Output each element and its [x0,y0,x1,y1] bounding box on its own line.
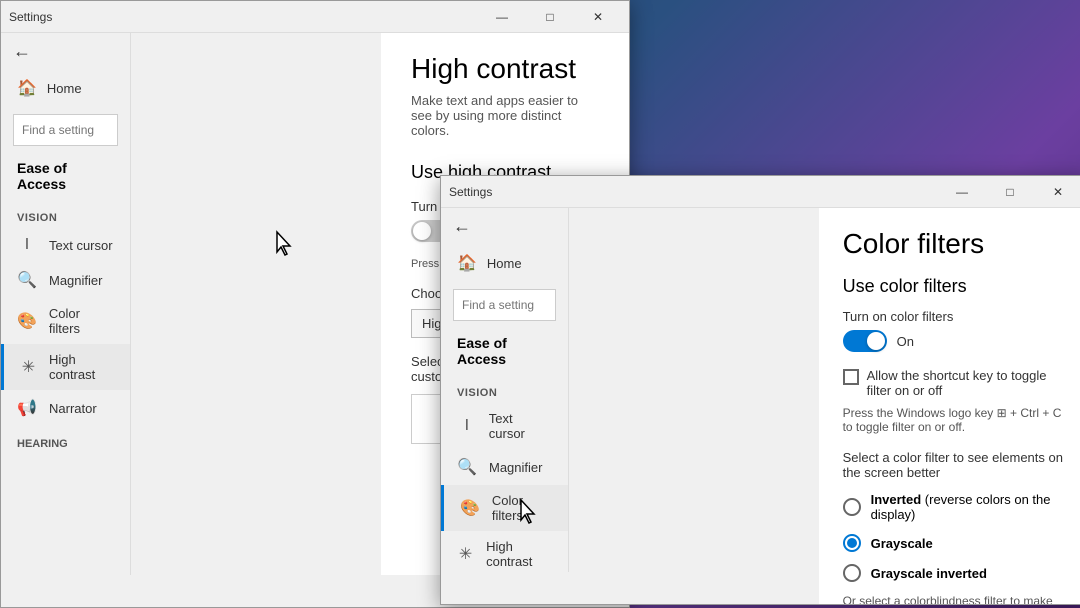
cf-sidebar-high-contrast[interactable]: ✳ High contrast [441,531,568,572]
window-title-bar: Settings — □ ✕ [1,1,629,33]
cf-nav-color-filters: Color filters [492,493,552,523]
cf-home-icon: 🏠 [457,253,477,273]
radio-label-grayscale: Grayscale [871,536,933,551]
cf-toggle-knob [867,332,885,350]
cf-sidebar-color-filters[interactable]: 🎨 Color filters [441,485,568,531]
cf-page-title: Color filters [843,228,1065,260]
ease-of-access-label: Ease of Access [1,154,130,200]
grayscale-inverted-label-bold: Grayscale inverted [871,566,987,581]
radio-label-grayscale-inverted: Grayscale inverted [871,566,987,581]
cf-text-cursor-icon: I [457,417,477,435]
cf-toggle-row: Turn on color filters On [843,309,1065,352]
vision-section-label: Vision [1,200,130,228]
cf-home-nav-item[interactable]: 🏠 Home [441,245,568,281]
cf-nav-magnifier: Magnifier [489,460,542,475]
cf-sidebar-magnifier[interactable]: 🔍 Magnifier [441,449,568,485]
home-icon: 🏠 [17,78,37,98]
cf-back-button[interactable]: ← [453,216,471,237]
watermark: UGETFIX [1009,586,1068,600]
grayscale-label-bold: Grayscale [871,536,933,551]
color-filters-window: Settings — □ ✕ ← 🏠 Home 🔍 Ease of Access… [440,175,1080,605]
cf-title-bar: Settings — □ ✕ [441,176,1080,208]
high-contrast-icon: ✳ [20,357,37,377]
cf-nav-high-contrast: High contrast [486,539,551,569]
text-cursor-icon: I [17,236,37,254]
cf-ease-label: Ease of Access [441,329,568,375]
cf-high-contrast-icon: ✳ [457,544,474,564]
sidebar-item-magnifier[interactable]: 🔍 Magnifier [1,262,130,298]
close-button[interactable]: ✕ [575,1,621,33]
radio-grayscale-inverted[interactable]: Grayscale inverted [843,564,1065,582]
sidebar: ← 🏠 Home 🔍 Ease of Access Vision I Text … [1,33,131,575]
cf-sidebar: ← 🏠 Home 🔍 Ease of Access Vision I Text … [441,208,569,572]
page-subtitle: Make text and apps easier to see by usin… [411,93,599,138]
hearing-section-label: Hearing [1,426,130,454]
cf-toggle-state: On [897,334,914,349]
cf-nav-text-cursor: Text cursor [489,411,552,441]
narrator-icon: 📢 [17,398,37,418]
cf-search-input[interactable] [462,298,569,312]
sidebar-item-color-filters[interactable]: 🎨 Color filters [1,298,130,344]
window-title: Settings [9,10,52,24]
nav-label-high-contrast: High contrast [49,352,114,382]
radio-grayscale[interactable]: Grayscale [843,534,1065,552]
magnifier-icon: 🔍 [17,270,37,290]
cf-close-button[interactable]: ✕ [1035,176,1080,208]
shortcut-note: Press the Windows logo key ⊞ + Ctrl + C … [843,406,1065,434]
cf-maximize-button[interactable]: □ [987,176,1033,208]
cf-home-label: Home [487,256,522,271]
shortcut-checkbox-label: Allow the shortcut key to toggle filter … [867,368,1065,398]
radio-label-inverted: Inverted (reverse colors on the display) [871,492,1065,522]
sidebar-item-text-cursor[interactable]: I Text cursor [1,228,130,262]
window-controls: — □ ✕ [479,1,621,33]
sidebar-item-narrator[interactable]: 📢 Narrator [1,390,130,426]
shortcut-checkbox[interactable] [843,369,859,385]
radio-circle-inverted [843,498,861,516]
color-filters-toggle[interactable] [843,330,887,352]
back-button[interactable]: ← [13,41,31,62]
inverted-label-bold: Inverted [871,492,922,507]
page-title: High contrast [411,53,599,85]
minimize-button[interactable]: — [479,1,525,33]
maximize-button[interactable]: □ [527,1,573,33]
home-label: Home [47,81,82,96]
cf-window-title: Settings [449,185,492,199]
nav-label-text-cursor: Text cursor [49,238,113,253]
toggle-knob [413,222,431,240]
radio-circle-grayscale [843,534,861,552]
cf-toggle-label: Turn on color filters [843,309,1065,324]
filter-subtitle: Select a color filter to see elements on… [843,450,1065,480]
cf-magnifier-icon: 🔍 [457,457,477,477]
nav-label-color-filters: Color filters [49,306,114,336]
cf-vision-label: Vision [441,375,568,403]
cf-section-title: Use color filters [843,276,1065,297]
radio-inverted[interactable]: Inverted (reverse colors on the display) [843,492,1065,522]
search-input[interactable] [22,123,131,137]
radio-circle-grayscale-inverted [843,564,861,582]
cf-minimize-button[interactable]: — [939,176,985,208]
cf-content-area: Color filters Use color filters Turn on … [819,208,1080,604]
home-nav-item[interactable]: 🏠 Home [1,70,130,106]
sidebar-item-high-contrast[interactable]: ✳ High contrast [1,344,130,390]
nav-label-magnifier: Magnifier [49,273,102,288]
cf-search-box[interactable]: 🔍 [453,289,556,321]
search-box[interactable]: 🔍 [13,114,118,146]
color-filters-icon: 🎨 [17,311,37,331]
cf-color-filters-icon: 🎨 [460,498,480,518]
cf-toggle-container: On [843,330,1065,352]
nav-label-narrator: Narrator [49,401,97,416]
shortcut-checkbox-row: Allow the shortcut key to toggle filter … [843,368,1065,398]
cf-window-controls: — □ ✕ [939,176,1080,208]
cf-sidebar-text-cursor[interactable]: I Text cursor [441,403,568,449]
